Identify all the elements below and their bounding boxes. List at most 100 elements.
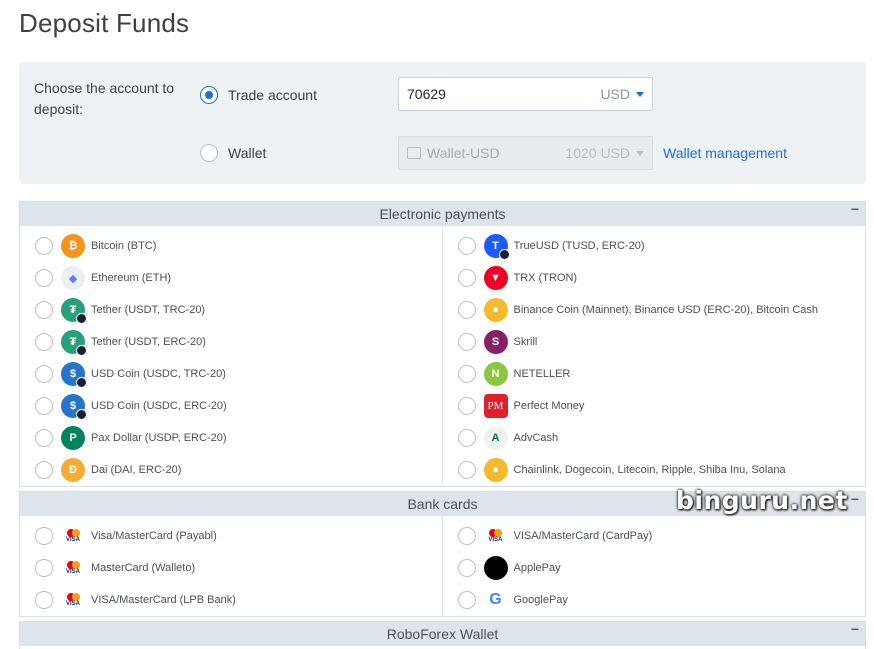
- roboforex-wallet-header[interactable]: RoboForex Wallet −: [20, 622, 865, 646]
- payment-method-row[interactable]: P Pax Dollar (USDP, ERC-20): [20, 422, 442, 454]
- payment-method-label: Bitcoin (BTC): [91, 240, 157, 252]
- payment-method-radio[interactable]: [457, 237, 476, 255]
- section-title: Electronic payments: [379, 206, 506, 222]
- payment-method-radio[interactable]: [35, 461, 53, 479]
- payment-method-row[interactable]: ApplePay: [443, 552, 866, 584]
- payment-method-radio[interactable]: [457, 429, 476, 447]
- wallet-radio[interactable]: [200, 144, 218, 162]
- wallet-name: Wallet-USD: [427, 145, 500, 161]
- payment-method-row[interactable]: ◆ Ethereum (ETH): [20, 262, 442, 294]
- payment-method-row[interactable]: T TrueUSD (TUSD, ERC-20): [443, 230, 866, 262]
- payment-method-label: AdvCash: [513, 432, 559, 444]
- payment-method-row[interactable]: VISA MasterCard (Walleto): [20, 552, 442, 584]
- payment-method-label: Tether (USDT, TRC-20): [91, 304, 206, 316]
- electronic-payments-header[interactable]: Electronic payments −: [20, 202, 865, 226]
- payment-method-row[interactable]: ▼ TRX (TRON): [443, 262, 866, 294]
- payment-method-radio[interactable]: [457, 397, 476, 415]
- usdc-icon: $: [61, 394, 87, 420]
- ethereum-icon: ◆: [61, 266, 85, 290]
- collapse-icon[interactable]: −: [851, 202, 859, 216]
- network-badge-icon: [76, 409, 87, 420]
- payment-method-radio[interactable]: [35, 365, 53, 383]
- account-selection-panel: Choose the account to deposit: Trade acc…: [19, 62, 866, 184]
- payment-method-row[interactable]: Ð Dai (DAI, ERC-20): [20, 454, 442, 486]
- payment-method-row[interactable]: VISA VISA/MasterCard (CardPay): [443, 520, 866, 552]
- payment-method-label: TRX (TRON): [513, 272, 578, 284]
- payment-method-radio[interactable]: [35, 333, 53, 351]
- payment-method-label: NETELLER: [513, 368, 571, 380]
- wallet-label: Wallet: [228, 145, 267, 161]
- payment-method-radio[interactable]: [35, 429, 53, 447]
- payment-method-label: VISA/MasterCard (CardPay): [513, 530, 653, 542]
- payment-method-row[interactable]: ● Binance Coin (Mainnet), Binance USD (ER…: [443, 294, 866, 326]
- payment-method-row[interactable]: $ USD Coin (USDC, ERC-20): [20, 390, 442, 422]
- payment-method-label: Chainlink, Dogecoin, Litecoin, Ripple, S…: [513, 464, 786, 476]
- payment-method-radio[interactable]: [457, 461, 476, 479]
- payment-method-radio[interactable]: [35, 527, 53, 545]
- wallet-balance: 1020 USD: [565, 145, 630, 161]
- payment-method-radio[interactable]: [35, 591, 53, 609]
- dai-icon: Ð: [61, 458, 85, 482]
- payment-method-radio[interactable]: [35, 397, 53, 415]
- payment-method-radio[interactable]: [457, 333, 476, 351]
- wallet-select[interactable]: Wallet-USD 1020 USD: [398, 136, 653, 170]
- wallet-management-link[interactable]: Wallet management: [663, 145, 787, 161]
- choose-account-label: Choose the account to deposit:: [34, 80, 175, 117]
- wallet-option[interactable]: Wallet: [200, 144, 266, 162]
- payment-method-radio[interactable]: [457, 591, 476, 609]
- multi-crypto-icon: ●: [483, 298, 508, 322]
- payment-method-label: USD Coin (USDC, ERC-20): [91, 400, 227, 412]
- trade-account-option[interactable]: Trade account: [200, 86, 317, 104]
- payment-method-row[interactable]: ₿ Bitcoin (BTC): [20, 230, 442, 262]
- payment-method-row[interactable]: A AdvCash: [443, 422, 866, 454]
- payment-method-radio[interactable]: [457, 301, 476, 319]
- payment-method-radio[interactable]: [457, 559, 476, 577]
- visa-mastercard-icon: VISA: [61, 556, 85, 580]
- network-badge-icon: [498, 249, 510, 260]
- pax-dollar-icon: P: [61, 426, 85, 450]
- page-title: Deposit Funds: [19, 8, 190, 38]
- electronic-left-column: ₿ Bitcoin (BTC) ◆ Ethereum (ETH) ₮ Tether (US…: [20, 226, 443, 486]
- usdc-icon: $: [61, 362, 87, 388]
- payment-method-radio[interactable]: [457, 527, 476, 545]
- payment-method-row[interactable]: S Skrill: [443, 326, 866, 358]
- electronic-payments-section: Electronic payments − ₿ Bitcoin (BTC) ◆ Eth…: [19, 201, 866, 487]
- tether-icon: ₮: [61, 298, 87, 324]
- collapse-icon[interactable]: −: [851, 622, 859, 636]
- payment-method-label: MasterCard (Walleto): [91, 562, 196, 574]
- payment-method-radio[interactable]: [457, 365, 476, 383]
- network-badge-icon: [76, 345, 87, 356]
- payment-method-radio[interactable]: [35, 559, 53, 577]
- payment-method-radio[interactable]: [35, 269, 53, 287]
- watermark: binguru.net: [676, 486, 848, 515]
- payment-method-row[interactable]: G GooglePay: [443, 584, 866, 616]
- bitcoin-icon: ₿: [61, 234, 85, 258]
- payment-method-row[interactable]: N NETELLER: [443, 358, 866, 390]
- payment-method-row[interactable]: ₮ Tether (USDT, ERC-20): [20, 326, 442, 358]
- chevron-down-icon: [636, 91, 644, 97]
- tron-icon: ▼: [483, 266, 508, 290]
- payment-method-radio[interactable]: [35, 301, 53, 319]
- payment-method-radio[interactable]: [457, 269, 476, 287]
- roboforex-wallet-section: RoboForex Wallet −: [19, 621, 866, 649]
- payment-method-radio[interactable]: [35, 237, 53, 255]
- payment-method-row[interactable]: VISA Visa/MasterCard (Payabl): [20, 520, 442, 552]
- neteller-icon: N: [483, 362, 508, 386]
- payment-method-row[interactable]: PM Perfect Money: [443, 390, 866, 422]
- skrill-icon: S: [483, 330, 508, 354]
- payment-method-label: Skrill: [513, 336, 538, 348]
- payment-method-row[interactable]: ● Chainlink, Dogecoin, Litecoin, Ripple, …: [443, 454, 866, 486]
- payment-method-row[interactable]: $ USD Coin (USDC, TRC-20): [20, 358, 442, 390]
- payment-method-label: Binance Coin (Mainnet), Binance USD (ERC…: [513, 304, 818, 316]
- trade-account-radio[interactable]: [200, 86, 218, 104]
- trade-account-select[interactable]: 70629 USD: [398, 77, 653, 111]
- payment-method-row[interactable]: ₮ Tether (USDT, TRC-20): [20, 294, 442, 326]
- cards-left-column: VISA Visa/MasterCard (Payabl) VISA MasterCa…: [20, 516, 443, 616]
- electronic-right-column: T TrueUSD (TUSD, ERC-20) ▼ TRX (TRON) ● Binan…: [443, 226, 866, 486]
- tether-icon: ₮: [61, 330, 87, 356]
- payment-method-row[interactable]: VISA VISA/MasterCard (LPB Bank): [20, 584, 442, 616]
- collapse-icon[interactable]: −: [851, 492, 859, 506]
- visa-mastercard-icon: VISA: [483, 524, 508, 548]
- section-title: Bank cards: [407, 496, 478, 512]
- payment-method-label: Dai (DAI, ERC-20): [91, 464, 182, 476]
